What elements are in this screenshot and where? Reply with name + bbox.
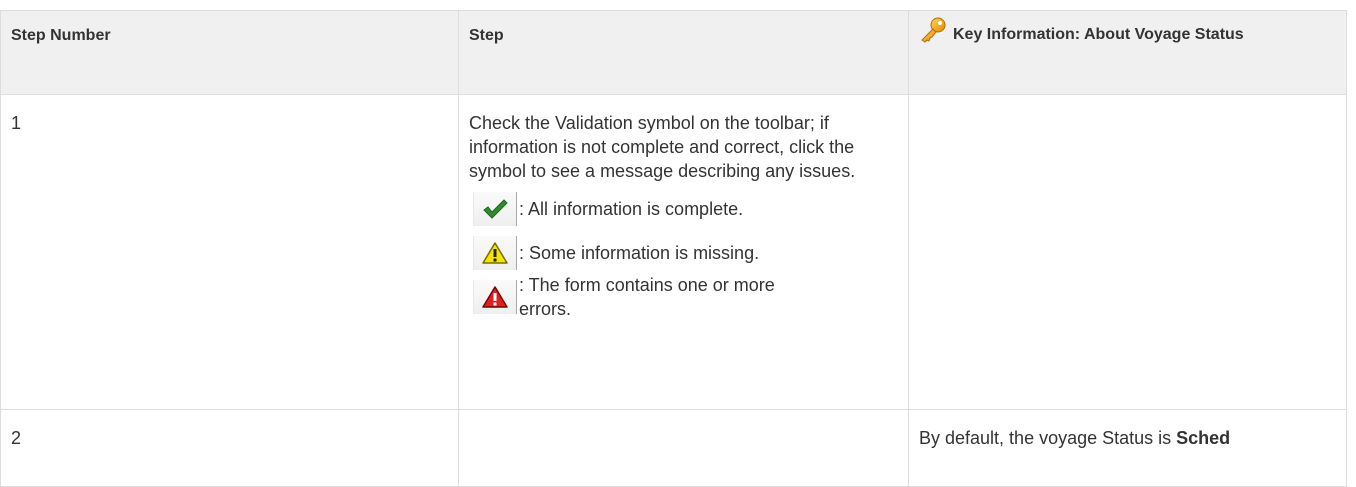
step-cell: Check the Validation symbol on the toolb… bbox=[458, 94, 909, 410]
header-step-number: Step Number bbox=[0, 10, 459, 95]
key-info-cell: By default, the voyage Status is Sched bbox=[908, 409, 1347, 487]
table-row: 2 By default, the voyage Status is Sched bbox=[0, 409, 1347, 487]
steps-table: Step Number Step Key Information: About … bbox=[0, 10, 1347, 487]
table-header: Step Number Step Key Information: About … bbox=[0, 10, 1347, 95]
key-info-text: By default, the voyage Status is bbox=[919, 428, 1177, 448]
legend-errors-text: : The form contains one or more errors. bbox=[519, 275, 775, 319]
step-number-cell: 1 bbox=[0, 94, 459, 410]
legend-missing: : Some information is missing. bbox=[469, 233, 898, 273]
key-info-bold-text: Sched bbox=[1176, 428, 1231, 448]
checkmark-icon bbox=[473, 192, 517, 226]
legend-complete: : All information is complete. bbox=[469, 189, 898, 229]
step-number-cell: 2 bbox=[0, 409, 459, 487]
legend-errors: : The form contains one or more errors. bbox=[469, 275, 898, 319]
key-information-title: Key Information: About Voyage Status bbox=[953, 26, 1244, 43]
legend-missing-text: : Some information is missing. bbox=[519, 243, 760, 263]
header-step: Step bbox=[458, 10, 909, 95]
table-row: 1 Check the Validation symbol on the too… bbox=[0, 94, 1347, 410]
warning-icon bbox=[473, 236, 517, 270]
header-row: Step Number Step Key Information: About … bbox=[0, 10, 1347, 95]
step-description: Check the Validation symbol on the toolb… bbox=[469, 113, 856, 181]
legend-complete-text: : All information is complete. bbox=[519, 199, 744, 219]
step-cell bbox=[458, 409, 909, 487]
key-info-cell bbox=[908, 94, 1347, 410]
header-key-information: Key Information: About Voyage Status bbox=[908, 10, 1347, 95]
key-icon bbox=[919, 17, 947, 51]
error-icon bbox=[473, 280, 517, 314]
